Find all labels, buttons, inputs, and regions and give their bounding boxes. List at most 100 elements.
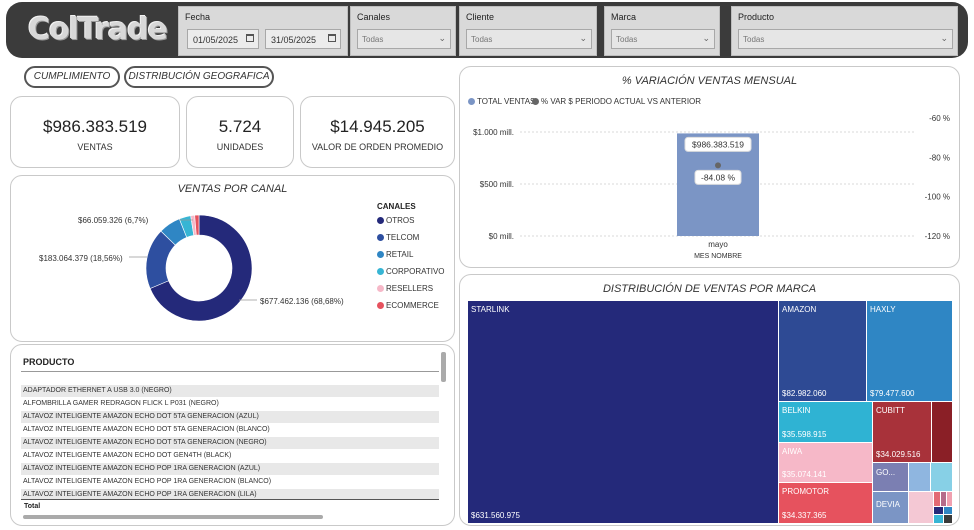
vertical-scrollbar[interactable] [441, 352, 446, 382]
table-row[interactable]: ALTAVOZ INTELIGENTE AMAZON ECHO DOT 5TA … [21, 437, 439, 449]
starlink-name: STARLINK [471, 305, 510, 314]
y-tick-label: $1.000 mill. [473, 128, 514, 137]
treemap-tile-haxly[interactable]: HAXLY $79.477.600 [867, 301, 952, 401]
aiwa-name: AIWA [782, 447, 803, 456]
date-from-input[interactable]: 01/05/2025 [187, 29, 259, 49]
table-row[interactable]: ALFOMBRILLA GAMER REDRAGON FLICK L P031 … [21, 398, 439, 410]
header-divider [21, 371, 439, 372]
starlink-value: $631.560.975 [471, 511, 520, 520]
unidades-value: 5.724 [218, 117, 262, 136]
chevron-down-icon: ⌄ [940, 33, 948, 43]
treemap-tile-other[interactable] [931, 463, 952, 491]
variacion-ventas-card: % VARIACIÓN VENTAS MENSUAL TOTAL VENTAS … [459, 66, 960, 268]
promotor-value: $34.337.365 [782, 511, 827, 520]
chevron-down-icon: ⌄ [702, 33, 710, 43]
haxly-value: $79.477.600 [870, 389, 915, 398]
point-data-label: -84.08 % [701, 172, 735, 182]
calendar-icon[interactable] [328, 34, 336, 42]
table-row[interactable]: ALTAVOZ INTELIGENTE AMAZON ECHO DOT GEN4… [21, 450, 439, 462]
legend-dot [377, 285, 384, 292]
table-row[interactable]: ALTAVOZ INTELIGENTE AMAZON ECHO POP 1RA … [21, 463, 439, 475]
treemap-tile-other[interactable] [944, 507, 952, 514]
horizontal-scrollbar[interactable] [23, 515, 323, 519]
marca-dropdown[interactable]: Todas ⌄ [611, 29, 715, 49]
chevron-down-icon: ⌄ [438, 33, 446, 43]
treemap-tile-other[interactable] [932, 402, 952, 462]
var-point-mayo [715, 162, 721, 169]
legend-item-telcom: TELCOM [377, 233, 419, 242]
cubitt-value: $34.029.516 [876, 450, 921, 459]
table-row[interactable]: ALTAVOZ INTELIGENTE AMAZON ECHO POP 1RA … [21, 476, 439, 488]
legend-dot [377, 251, 384, 258]
treemap-tile-amazon[interactable]: AMAZON $82.982.060 [779, 301, 866, 401]
producto-filter: Producto Todas ⌄ [731, 6, 958, 56]
unidades-kpi-card: 5.724 UNIDADES [186, 96, 294, 168]
valor-orden-value: $14.945.205 [330, 117, 425, 136]
coltrade-logo: ColTrade [28, 12, 168, 47]
variacion-combo-chart: $1.000 mill. $500 mill. $0 mill. -60 % -80 %… [473, 114, 950, 260]
legend-dot [377, 302, 384, 309]
legend-dot [377, 234, 384, 241]
canales-legend-title: CANALES [377, 202, 416, 211]
treemap-tile-aiwa[interactable]: AIWA $35.074.141 [779, 443, 872, 482]
legend-item-resellers: RESELLERS [377, 284, 433, 293]
producto-value: Todas [743, 35, 765, 44]
amazon-name: AMAZON [782, 305, 817, 314]
chevron-down-icon: ⌄ [579, 33, 587, 43]
cliente-dropdown[interactable]: Todas ⌄ [466, 29, 592, 49]
unidades-label: UNIDADES [216, 142, 264, 152]
x-axis-title: MES NOMBRE [694, 253, 742, 260]
legend-item-ecommerce: ECOMMERCE [377, 301, 439, 310]
treemap-tile-promotor[interactable]: PROMOTOR $34.337.365 [779, 483, 872, 523]
retail-data-label: $66.059.326 (6,7%) [78, 216, 149, 225]
producto-table-card: PRODUCTO ADAPTADOR ETHERNET A USB 3.0 (N… [10, 344, 455, 526]
cumplimiento-button[interactable]: CUMPLIMIENTO [24, 66, 120, 88]
legend-dot [377, 217, 384, 224]
cliente-value: Todas [471, 35, 493, 44]
ventas-label: VENTAS [77, 142, 113, 152]
treemap-tile-other[interactable] [934, 507, 943, 514]
treemap-tile-devia[interactable]: DEVIA [873, 492, 908, 523]
legend-item-otros: OTROS [377, 216, 414, 225]
treemap-tile-other[interactable] [909, 463, 930, 491]
y-tick-label: $0 mill. [489, 232, 514, 241]
date-to-value: 31/05/2025 [271, 35, 317, 45]
y2-tick-label: -100 % [925, 193, 950, 202]
table-row[interactable]: ALTAVOZ INTELIGENTE AMAZON ECHO DOT 5TA … [21, 411, 439, 423]
fecha-filter: Fecha 01/05/2025 31/05/2025 [178, 6, 348, 56]
belkin-value: $35.598.915 [782, 430, 827, 439]
telcom-data-label: $183.064.379 (18,56%) [39, 254, 123, 263]
ventas-por-canal-card: VENTAS POR CANAL $66.059.326 (6,7%) $183… [10, 175, 455, 342]
marca-filter: Marca Todas ⌄ [604, 6, 720, 56]
legend-item-retail: RETAIL [377, 250, 413, 259]
table-row[interactable]: ALTAVOZ INTELIGENTE AMAZON ECHO POP 1RA … [21, 489, 439, 499]
y2-tick-label: -120 % [925, 232, 950, 241]
treemap-tile-other[interactable] [934, 492, 940, 506]
valor-orden-label: VALOR DE ORDEN PROMEDIO [311, 142, 444, 152]
ventas-por-marca-title: DISTRIBUCIÓN DE VENTAS POR MARCA [602, 283, 817, 295]
table-row[interactable]: ADAPTADOR ETHERNET A USB 3.0 (NEGRO) [21, 385, 439, 397]
go-name: GO... [876, 468, 896, 477]
canales-dropdown[interactable]: Todas ⌄ [357, 29, 451, 49]
distribucion-geografica-button[interactable]: DISTRIBUCIÓN GEOGRAFICA [124, 66, 274, 88]
producto-column-header[interactable]: PRODUCTO [23, 357, 74, 367]
canales-filter: Canales Todas ⌄ [350, 6, 456, 56]
producto-dropdown[interactable]: Todas ⌄ [738, 29, 953, 49]
treemap-tile-other[interactable] [934, 515, 943, 523]
amazon-value: $82.982.060 [782, 389, 827, 398]
table-row[interactable]: ALTAVOZ INTELIGENTE AMAZON ECHO DOT 5TA … [21, 424, 439, 436]
date-to-input[interactable]: 31/05/2025 [265, 29, 341, 49]
treemap-tile-other[interactable] [941, 492, 946, 506]
belkin-name: BELKIN [782, 406, 811, 415]
treemap-tile-other[interactable] [947, 492, 952, 506]
treemap-tile-cubitt[interactable]: CUBITT $34.029.516 [873, 402, 931, 462]
ventas-kpi-card: $986.383.519 VENTAS [10, 96, 180, 168]
treemap-tile-other[interactable] [909, 492, 933, 523]
treemap-tile-belkin[interactable]: BELKIN $35.598.915 [779, 402, 872, 442]
haxly-name: HAXLY [870, 305, 896, 314]
x-tick-label: mayo [708, 240, 728, 249]
treemap-tile-other[interactable] [944, 515, 952, 523]
treemap-tile-starlink[interactable]: STARLINK $631.560.975 [468, 301, 778, 523]
calendar-icon[interactable] [246, 34, 254, 42]
treemap-tile-go[interactable]: GO... [873, 463, 908, 491]
